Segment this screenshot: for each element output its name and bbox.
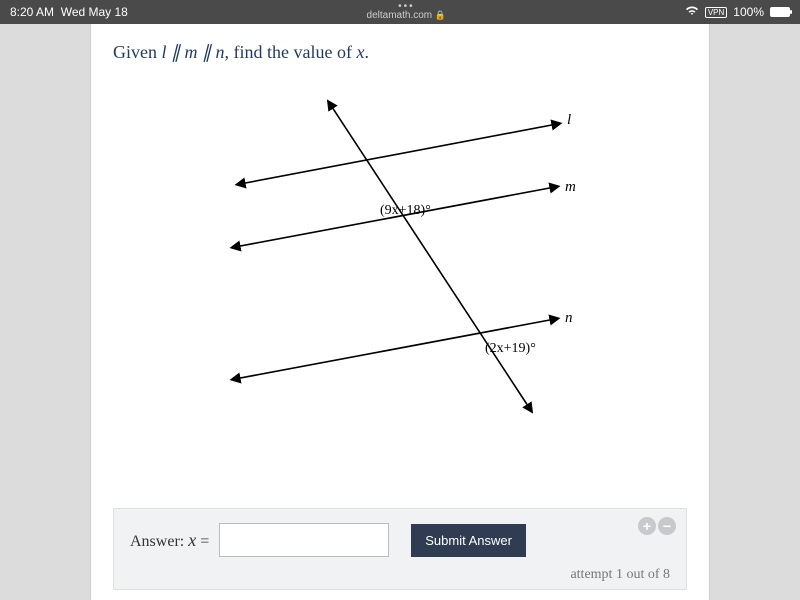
answer-input[interactable] (219, 523, 389, 557)
panel-controls: + − (638, 517, 676, 535)
label-l: l (567, 112, 571, 128)
label-n: n (565, 310, 573, 326)
status-time: 8:20 AM (10, 5, 54, 19)
answer-panel: + − Answer: x = Submit Answer attempt 1 … (113, 508, 687, 590)
attempt-counter: attempt 1 out of 8 (130, 567, 670, 583)
label-m: m (565, 179, 576, 195)
answer-row: Answer: x = Submit Answer (130, 523, 670, 557)
remove-button[interactable]: − (658, 517, 676, 535)
status-center: ••• deltamath.com 🔒 (128, 3, 685, 21)
lock-icon: 🔒 (435, 10, 446, 20)
problem-card: Given l ∥ m ∥ n, find the value of x. l … (90, 24, 710, 600)
diagram-container: l m n (9x+18)° (2x+19)° (113, 69, 687, 419)
tab-dots: ••• (128, 3, 685, 10)
browser-domain: deltamath.com 🔒 (367, 10, 447, 21)
add-button[interactable]: + (638, 517, 656, 535)
answer-label: Answer: x = (130, 530, 209, 551)
transversal (330, 104, 530, 409)
angle-2-label: (2x+19)° (485, 341, 536, 356)
status-time-date: 8:20 AM Wed May 18 (10, 5, 128, 19)
question-condition: l ∥ m ∥ n (162, 42, 225, 62)
vpn-badge: VPN (705, 7, 727, 18)
ipad-status-bar: 8:20 AM Wed May 18 ••• deltamath.com 🔒 V… (0, 0, 800, 24)
battery-percent: 100% (733, 5, 764, 19)
battery-icon (770, 7, 790, 17)
page-background: Given l ∥ m ∥ n, find the value of x. l … (0, 24, 800, 600)
angle-1-label: (9x+18)° (380, 203, 431, 218)
geometry-diagram: l m n (9x+18)° (2x+19)° (185, 69, 615, 419)
status-date: Wed May 18 (61, 5, 128, 19)
line-l (240, 124, 557, 184)
wifi-icon (685, 5, 699, 19)
question-text: Given l ∥ m ∥ n, find the value of x. (113, 42, 687, 63)
status-right: VPN 100% (685, 5, 790, 19)
submit-button[interactable]: Submit Answer (411, 524, 526, 557)
